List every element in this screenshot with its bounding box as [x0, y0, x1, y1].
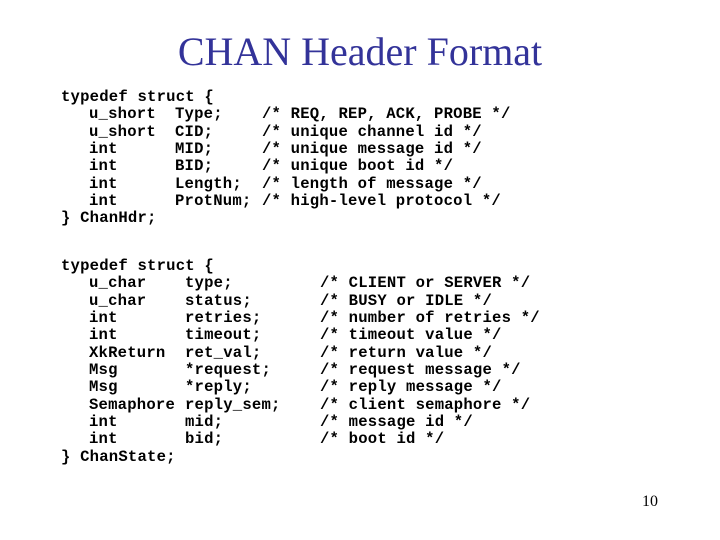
page-number: 10 — [642, 493, 658, 510]
field-name: *reply; — [185, 378, 252, 397]
struct-field: u_short CID; /* unique channel id */ — [61, 123, 482, 141]
code-text: } ChanState; — [61, 447, 176, 466]
field-comment: /* high-level protocol */ — [262, 192, 501, 211]
field-name: mid; — [185, 413, 224, 432]
code-text: } ChanHdr; — [61, 209, 157, 228]
field-type: Msg — [89, 361, 118, 380]
field-type: u_char — [89, 291, 147, 310]
field-name: ret_val; — [185, 343, 262, 362]
field-comment: /* number of retries */ — [320, 309, 540, 328]
field-comment: /* unique boot id */ — [262, 157, 454, 176]
field-comment: /* length of message */ — [262, 174, 482, 193]
struct-field: int ProtNum; /* high-level protocol */ — [61, 192, 501, 210]
field-type: u_short — [89, 122, 156, 141]
struct-field: u_char status; /* BUSY or IDLE */ — [61, 292, 492, 310]
struct-field: int mid; /* message id */ — [61, 413, 473, 431]
struct-open: typedef struct { — [61, 88, 214, 106]
struct-close: } ChanState; — [61, 448, 176, 466]
field-name: type; — [185, 274, 233, 293]
field-type: u_short — [89, 105, 156, 124]
field-type: int — [89, 174, 118, 193]
struct-field: u_char type; /* CLIENT or SERVER */ — [61, 274, 530, 292]
chan-hdr-struct: typedef struct { u_short Type; /* REQ, R… — [61, 88, 510, 228]
field-comment: /* BUSY or IDLE */ — [320, 291, 493, 310]
struct-field: Msg *reply; /* reply message */ — [61, 379, 501, 397]
field-type: int — [89, 430, 118, 449]
struct-field: u_short Type; /* REQ, REP, ACK, PROBE */ — [61, 105, 510, 123]
field-type: Msg — [89, 378, 118, 397]
field-name: *request; — [185, 361, 272, 380]
field-name: status; — [185, 291, 252, 310]
field-comment: /* CLIENT or SERVER */ — [320, 274, 531, 293]
struct-field: int retries; /* number of retries */ — [61, 309, 540, 327]
field-comment: /* reply message */ — [320, 378, 502, 397]
field-comment: /* boot id */ — [320, 430, 445, 449]
field-name: BID; — [175, 157, 214, 176]
chan-state-struct: typedef struct { u_char type; /* CLIENT … — [61, 257, 540, 466]
struct-field: int MID; /* unique message id */ — [61, 140, 482, 158]
field-type: XkReturn — [89, 343, 166, 362]
field-comment: /* unique channel id */ — [262, 122, 482, 141]
field-comment: /* timeout value */ — [320, 326, 502, 345]
struct-field: Msg *request; /* request message */ — [61, 361, 521, 379]
field-name: bid; — [185, 430, 224, 449]
field-name: Type; — [175, 105, 223, 124]
field-name: ProtNum; — [175, 192, 252, 211]
field-name: reply_sem; — [185, 395, 281, 414]
slide-title: CHAN Header Format — [177, 29, 543, 74]
field-type: int — [89, 140, 118, 159]
field-type: int — [89, 326, 118, 345]
field-type: int — [89, 157, 118, 176]
field-name: MID; — [175, 140, 214, 159]
field-comment: /* REQ, REP, ACK, PROBE */ — [262, 105, 511, 124]
struct-open: typedef struct { — [61, 257, 214, 275]
struct-field: int BID; /* unique boot id */ — [61, 158, 453, 176]
field-name: timeout; — [185, 326, 262, 345]
field-type: Semaphore — [89, 395, 176, 414]
struct-field: XkReturn ret_val; /* return value */ — [61, 344, 492, 362]
field-comment: /* message id */ — [320, 413, 473, 432]
field-comment: /* return value */ — [320, 343, 493, 362]
field-type: int — [89, 413, 118, 432]
struct-field: int bid; /* boot id */ — [61, 431, 444, 449]
field-comment: /* request message */ — [320, 361, 521, 380]
field-name: retries; — [185, 309, 262, 328]
field-type: u_char — [89, 274, 147, 293]
struct-field: int timeout; /* timeout value */ — [61, 327, 501, 345]
field-comment: /* client semaphore */ — [320, 395, 531, 414]
code-text: typedef struct { — [61, 257, 214, 275]
field-type: int — [89, 309, 118, 328]
struct-close: } ChanHdr; — [61, 210, 156, 228]
field-name: CID; — [175, 122, 214, 141]
field-comment: /* unique message id */ — [262, 140, 482, 159]
struct-field: Semaphore reply_sem; /* client semaphore… — [61, 396, 530, 414]
struct-field: int Length; /* length of message */ — [61, 175, 482, 193]
code-text: typedef struct { — [61, 88, 214, 106]
field-type: int — [89, 192, 118, 211]
field-name: Length; — [175, 174, 242, 193]
